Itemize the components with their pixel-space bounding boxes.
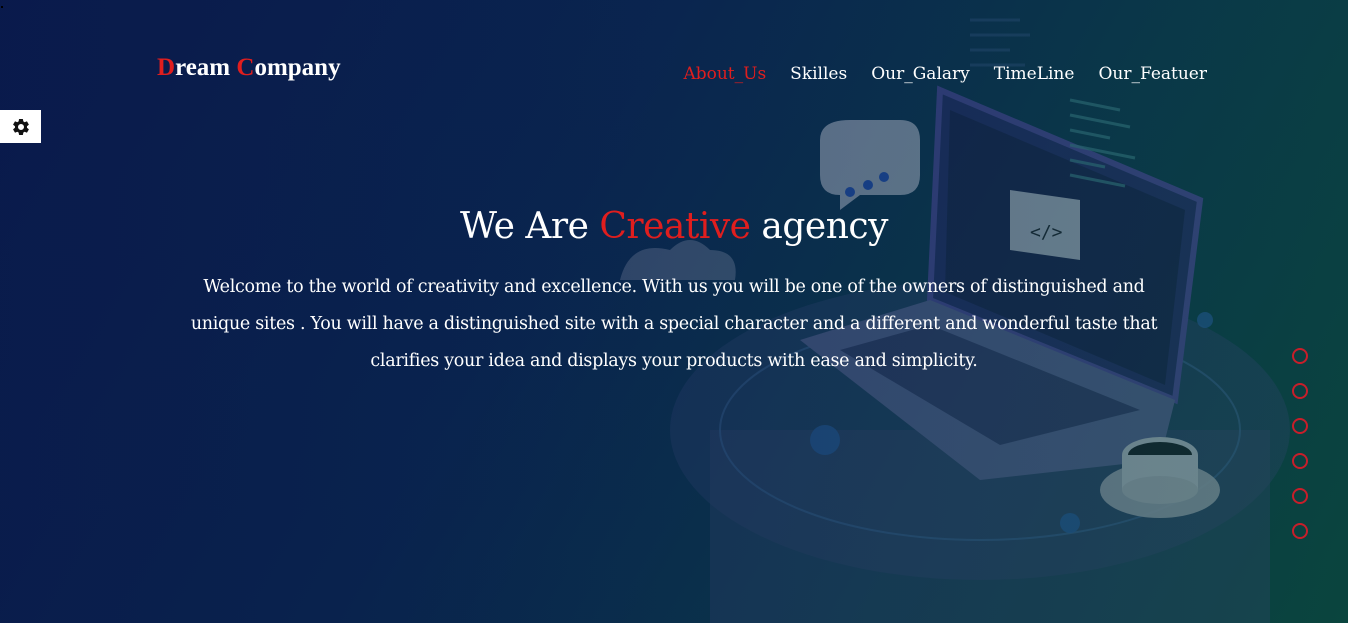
nav-link-about-us[interactable]: About_Us: [683, 64, 766, 84]
hero-title: We Are Creative agency: [174, 206, 1174, 247]
bullet-our-galary[interactable]: [1292, 418, 1308, 434]
hero-title-before: We Are: [460, 206, 600, 247]
brand-text-ream: ream: [175, 54, 237, 81]
hero-description: Welcome to the world of creativity and e…: [190, 277, 1158, 371]
hero-title-after: agency: [750, 206, 888, 247]
hero-section: </> Dream Company About_Us Skilles Our_G…: [0, 0, 1348, 623]
bullet-contact[interactable]: [1292, 523, 1308, 539]
nav-link-our-featuer[interactable]: Our_Featuer: [1098, 64, 1207, 84]
gear-icon: [12, 118, 29, 135]
settings-toggle-button[interactable]: [0, 110, 41, 143]
brand-initial-d: D: [157, 54, 176, 81]
bullet-timeline[interactable]: [1292, 453, 1308, 469]
hero-title-accent: Creative: [599, 206, 751, 247]
hero-content: We Are Creative agency Welcome to the wo…: [174, 206, 1174, 380]
brand-logo[interactable]: Dream Company: [157, 54, 341, 82]
nav-link-timeline[interactable]: TimeLine: [994, 64, 1075, 84]
section-bullets: [1292, 348, 1308, 539]
nav-link-skilles[interactable]: Skilles: [790, 64, 847, 84]
brand-initial-c: C: [236, 54, 255, 81]
nav-link-our-galary[interactable]: Our_Galary: [871, 64, 970, 84]
corner-dot: [1, 6, 3, 8]
bullet-about-us[interactable]: [1292, 348, 1308, 364]
bullet-skilles[interactable]: [1292, 383, 1308, 399]
main-nav: About_Us Skilles Our_Galary TimeLine Our…: [683, 64, 1207, 84]
brand-text-ompany: ompany: [254, 54, 341, 81]
bullet-our-featuer[interactable]: [1292, 488, 1308, 504]
